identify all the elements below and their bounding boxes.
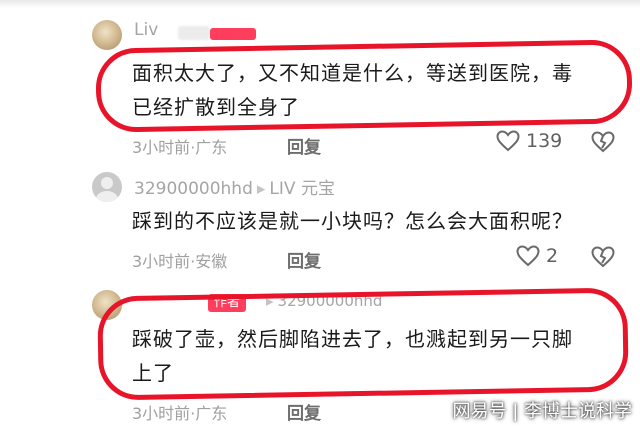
time-text: 3小时前 bbox=[132, 138, 191, 157]
reply-button[interactable]: 回复 bbox=[287, 399, 321, 424]
dislike-icon[interactable] bbox=[591, 246, 615, 268]
location-text: 安徽 bbox=[195, 252, 228, 271]
comment-timestamp: 3小时前·广东 bbox=[132, 400, 227, 424]
comment-timestamp: 3小时前·广东 bbox=[132, 134, 227, 158]
separator-arrow: ▸ bbox=[256, 179, 266, 199]
avatar[interactable] bbox=[92, 172, 122, 202]
highlight-ellipse-1 bbox=[95, 39, 633, 133]
comment-text-line-1: 踩到的不应该是就一小块吗？怎么会大面积呢？ bbox=[132, 209, 573, 233]
reply-button[interactable]: 回复 bbox=[287, 133, 321, 158]
watermark: 网易号 | 李博士说科学 bbox=[452, 401, 632, 422]
comment-username[interactable]: 32900000hhd ▸ LIV 元宝 bbox=[134, 174, 335, 199]
time-text: 3小时前 bbox=[132, 252, 191, 271]
like-button[interactable]: 139 bbox=[496, 130, 562, 152]
like-button[interactable]: 2 bbox=[516, 245, 558, 267]
blurred-username bbox=[178, 26, 210, 40]
reply-button[interactable]: 回复 bbox=[287, 247, 321, 272]
location-text: 广东 bbox=[195, 138, 228, 157]
location-text: 广东 bbox=[195, 404, 228, 423]
like-count: 139 bbox=[526, 130, 563, 152]
time-text: 3小时前 bbox=[132, 404, 191, 423]
comment-2: 32900000hhd ▸ LIV 元宝 踩到的不应该是就一小块吗？怎么会大面积呢？… bbox=[0, 160, 640, 282]
heart-icon bbox=[496, 130, 520, 152]
user-level: LIV 元宝 bbox=[269, 179, 335, 199]
highlight-ellipse-2 bbox=[97, 287, 629, 401]
username-text: 32900000hhd bbox=[134, 179, 253, 199]
avatar[interactable] bbox=[92, 20, 122, 50]
comment-timestamp: 3小时前·安徽 bbox=[132, 248, 227, 272]
dislike-icon[interactable] bbox=[591, 131, 615, 153]
heart-icon bbox=[516, 245, 540, 267]
like-count: 2 bbox=[546, 245, 559, 267]
comment-username[interactable]: Liv bbox=[134, 20, 158, 40]
author-tag-hidden bbox=[210, 28, 256, 40]
